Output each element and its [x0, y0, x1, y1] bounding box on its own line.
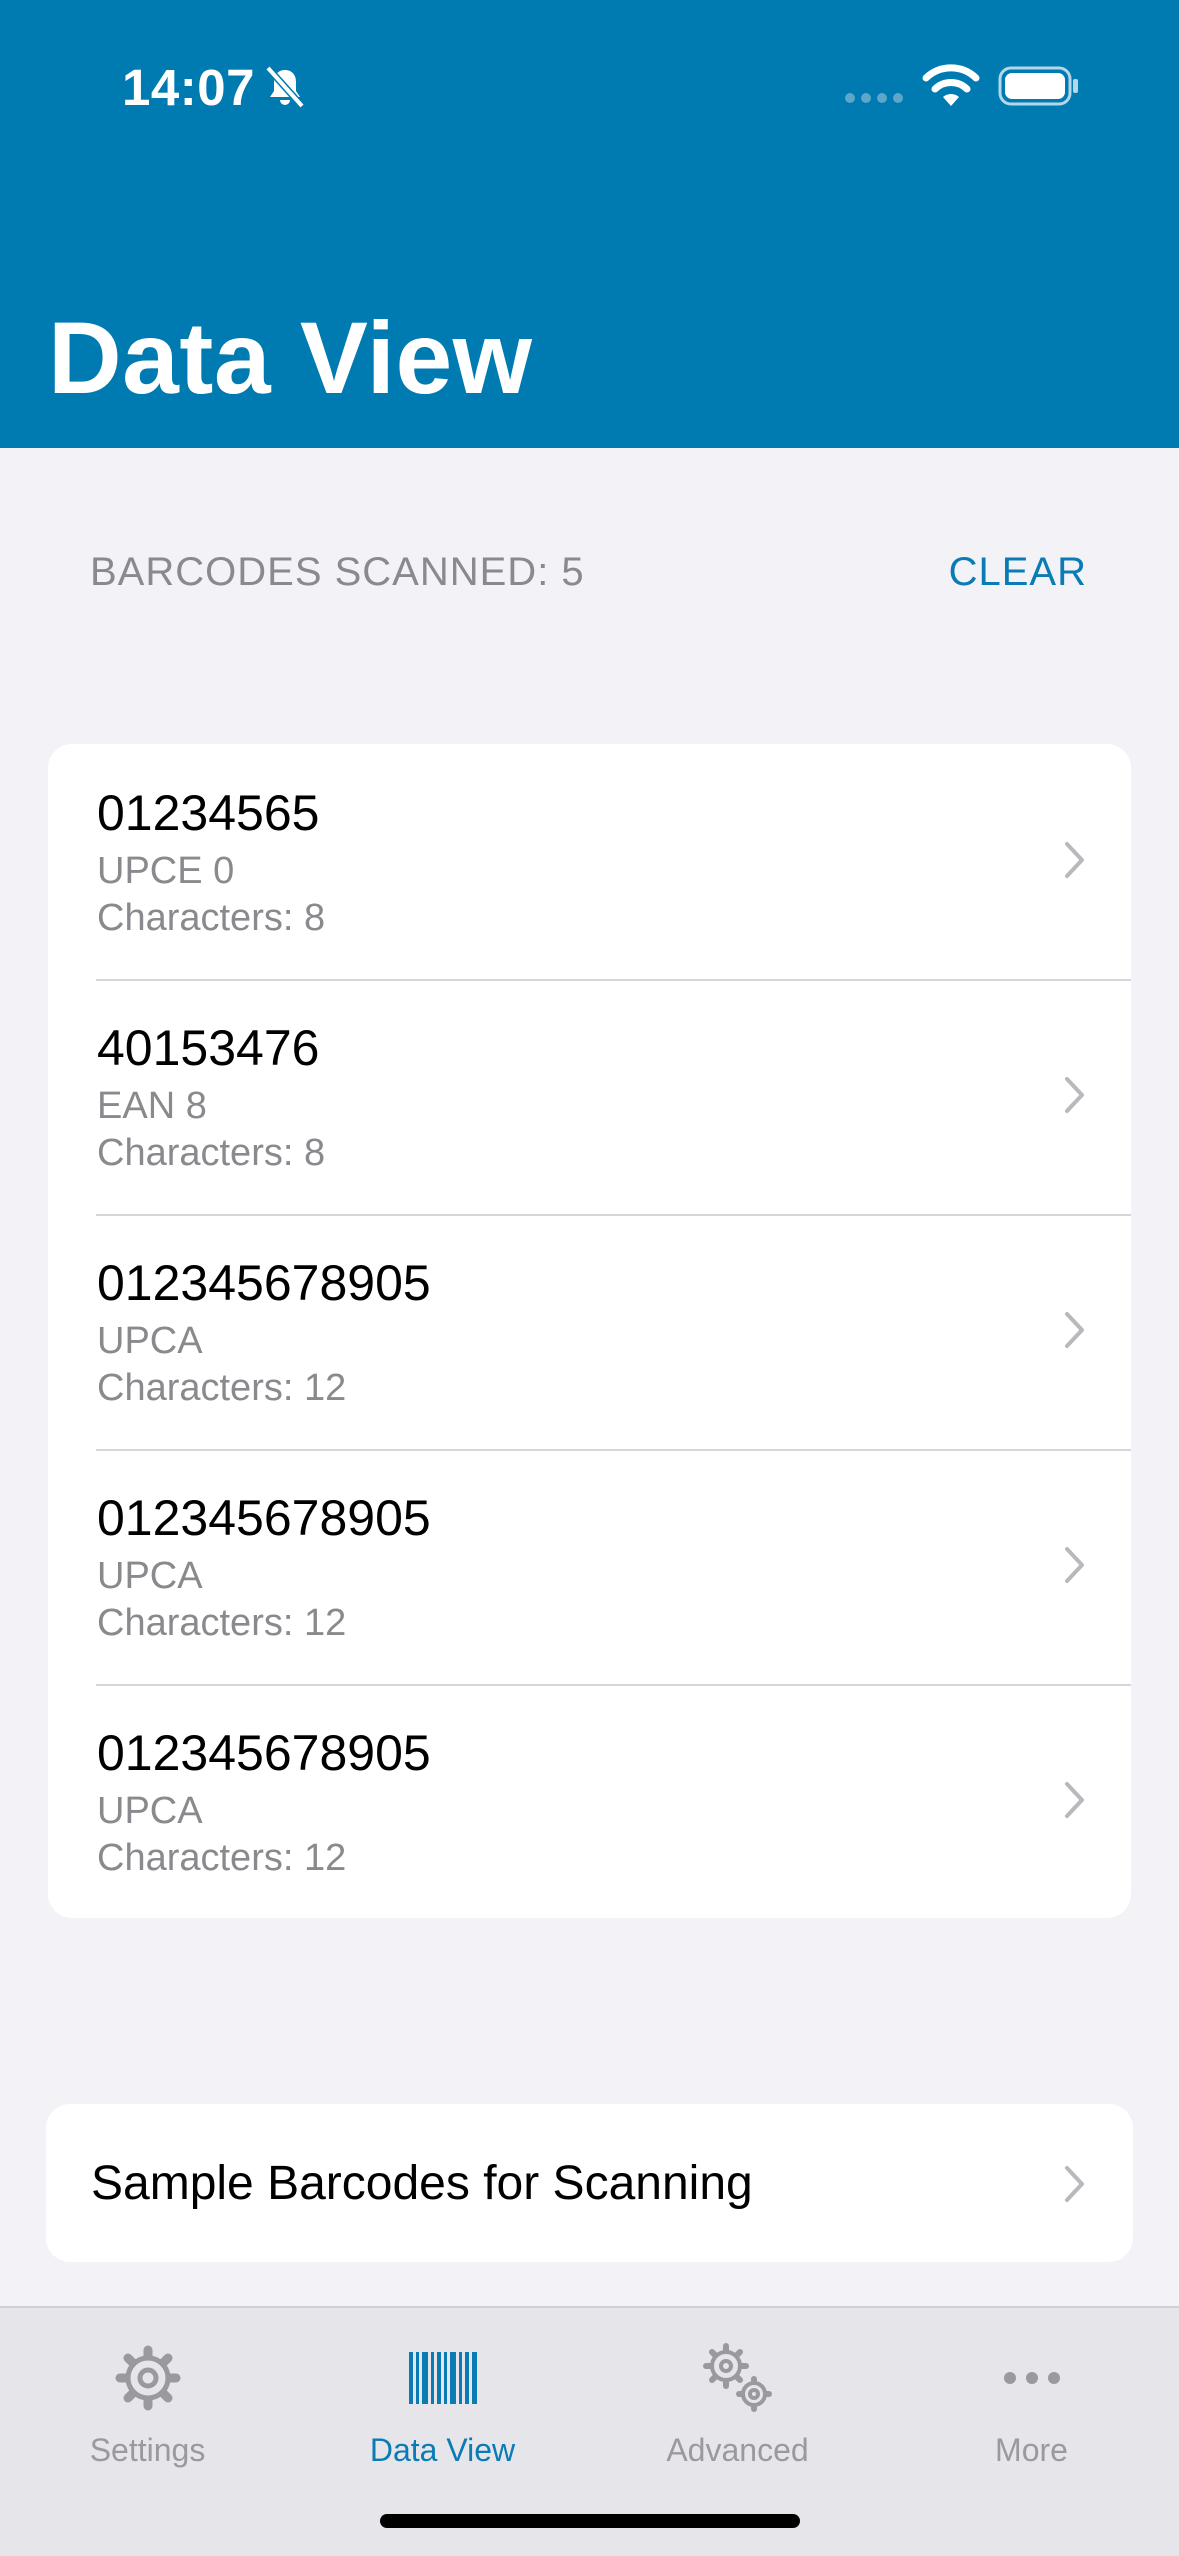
- barcode-row[interactable]: 012345678905 UPCA Characters: 12: [48, 1449, 1131, 1684]
- header-bar: 14:07 Data View: [0, 0, 1179, 448]
- barcode-value: 01234565: [97, 785, 320, 841]
- barcode-characters: Characters: 8: [97, 897, 326, 939]
- barcode-icon: [408, 2352, 477, 2404]
- chevron-right-icon: [1065, 1782, 1084, 1818]
- chevron-right-icon: [1065, 1312, 1084, 1348]
- tab-data-view[interactable]: Data View: [295, 2308, 590, 2478]
- barcode-value: 012345678905: [97, 1725, 431, 1781]
- page-title: Data View: [48, 301, 533, 415]
- tab-bar: Settings Data View Advanced More: [0, 2306, 1179, 2556]
- tab-advanced[interactable]: Advanced: [590, 2308, 885, 2478]
- ellipsis-icon: [1003, 2372, 1060, 2384]
- tab-more[interactable]: More: [884, 2308, 1179, 2478]
- barcode-type: EAN 8: [97, 1085, 207, 1127]
- barcode-characters: Characters: 8: [97, 1132, 326, 1174]
- tab-settings[interactable]: Settings: [0, 2308, 295, 2478]
- muted-bell-icon: [265, 65, 305, 109]
- barcode-characters: Characters: 12: [97, 1602, 347, 1644]
- tab-label: Settings: [89, 2432, 206, 2468]
- wifi-icon: [922, 64, 980, 106]
- barcode-value: 012345678905: [97, 1255, 431, 1311]
- barcode-row[interactable]: 012345678905 UPCA Characters: 12: [48, 1214, 1131, 1449]
- barcodes-scanned-count: BARCODES SCANNED: 5: [90, 550, 585, 594]
- status-time: 14:07: [122, 59, 255, 116]
- home-indicator[interactable]: [380, 2514, 800, 2528]
- gears-icon: [702, 2343, 772, 2412]
- barcode-type: UPCA: [97, 1555, 203, 1597]
- barcode-type: UPCA: [97, 1320, 203, 1362]
- barcode-list: 01234565 UPCE 0 Characters: 8 40153476 E…: [48, 744, 1131, 1918]
- barcode-row[interactable]: 012345678905 UPCA Characters: 12: [48, 1684, 1131, 1918]
- signal-icon: [845, 93, 903, 103]
- chevron-right-icon: [1065, 2166, 1084, 2202]
- tab-label: More: [995, 2432, 1068, 2468]
- barcode-type: UPCE 0: [97, 850, 235, 892]
- sample-barcodes-label: Sample Barcodes for Scanning: [91, 2157, 753, 2210]
- barcode-row[interactable]: 01234565 UPCE 0 Characters: 8: [48, 744, 1131, 979]
- tab-label: Advanced: [666, 2432, 809, 2468]
- barcode-characters: Characters: 12: [97, 1837, 347, 1879]
- battery-icon: [998, 66, 1078, 106]
- chevron-right-icon: [1065, 842, 1084, 878]
- gear-icon: [115, 2345, 180, 2411]
- barcode-row[interactable]: 40153476 EAN 8 Characters: 8: [48, 979, 1131, 1214]
- barcode-value: 40153476: [97, 1020, 320, 1076]
- clear-button[interactable]: CLEAR: [949, 550, 1087, 595]
- barcode-characters: Characters: 12: [97, 1367, 347, 1409]
- tab-label: Data View: [369, 2432, 516, 2468]
- barcode-value: 012345678905: [97, 1490, 431, 1546]
- chevron-right-icon: [1065, 1077, 1084, 1113]
- chevron-right-icon: [1065, 1547, 1084, 1583]
- sample-barcodes-button[interactable]: Sample Barcodes for Scanning: [46, 2104, 1133, 2262]
- barcode-type: UPCA: [97, 1790, 203, 1832]
